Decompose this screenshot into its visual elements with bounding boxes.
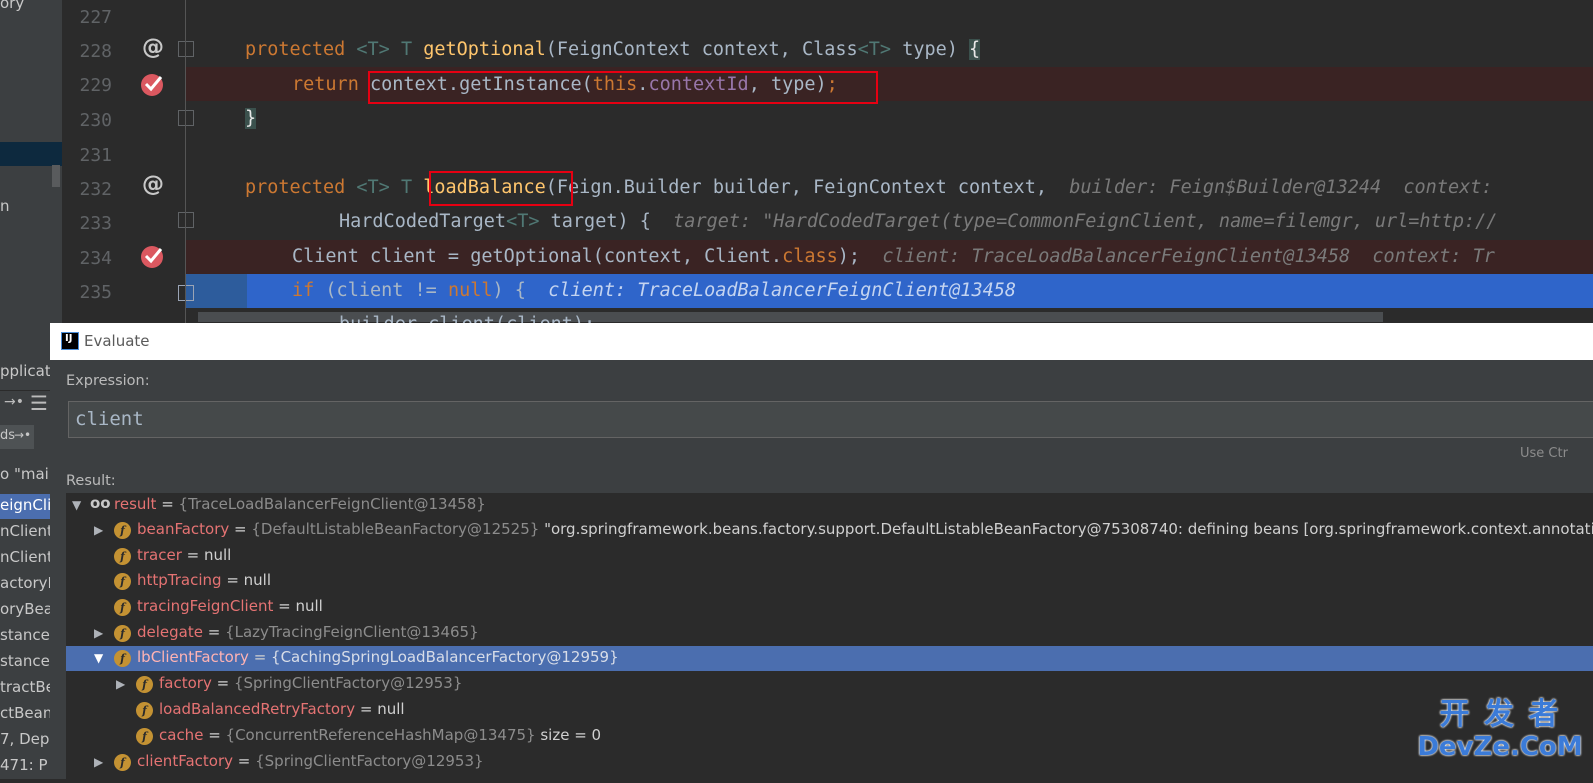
field-icon: f bbox=[114, 754, 131, 771]
arrow-icon: →• bbox=[14, 428, 32, 442]
override-annotation-icon[interactable]: @ bbox=[142, 172, 164, 197]
gutter-divider bbox=[185, 0, 186, 330]
tree-row-tracingFeignClient[interactable]: f tracingFeignClient = null bbox=[66, 595, 1593, 620]
code-line-230: } bbox=[245, 108, 257, 129]
tree-row-delegate[interactable]: ▶ f delegate = {LazyTracingFeignClient@1… bbox=[66, 621, 1593, 646]
tree-row-httpTracing[interactable]: f httpTracing = null bbox=[66, 569, 1593, 594]
tree-row-tracer[interactable]: f tracer = null bbox=[66, 544, 1593, 569]
line-number: 227 bbox=[79, 7, 112, 28]
tree-row-cache[interactable]: f cache = {ConcurrentReferenceHashMap@13… bbox=[66, 724, 1593, 749]
step-arrow-icon[interactable]: →• bbox=[4, 394, 24, 410]
evaluate-dialog: IJ Evaluate Expression: client Use Ctr R… bbox=[50, 323, 1593, 783]
field-icon: f bbox=[136, 702, 153, 719]
expression-label: Expression: bbox=[66, 373, 150, 389]
dialog-title: Evaluate bbox=[84, 332, 150, 350]
frame-item[interactable]: 471: P bbox=[0, 756, 48, 774]
tree-row-factory[interactable]: ▶ f factory = {SpringClientFactory@12953… bbox=[66, 672, 1593, 697]
debug-tab-label[interactable]: pplicati bbox=[0, 362, 55, 380]
frame-item[interactable]: stance: bbox=[0, 626, 55, 644]
tree-row-result[interactable]: ▼ oo result = {TraceLoadBalancerFeignCli… bbox=[66, 493, 1593, 518]
line-number: 229 bbox=[79, 75, 112, 96]
highlight-box bbox=[429, 171, 573, 206]
tree-row-clientFactory[interactable]: ▶ f clientFactory = {SpringClientFactory… bbox=[66, 750, 1593, 775]
code-line-234: Client client = getOptional(context, Cli… bbox=[292, 246, 1495, 267]
line-number: 235 bbox=[79, 282, 112, 303]
breakpoint-icon[interactable] bbox=[140, 242, 168, 270]
expression-input[interactable]: client bbox=[68, 401, 1593, 438]
expand-arrow-icon[interactable]: ▶ bbox=[94, 626, 103, 640]
field-icon: f bbox=[114, 650, 131, 667]
line-number: 233 bbox=[79, 213, 112, 234]
code-line-233: HardCodedTarget<T> target) { target: "Ha… bbox=[339, 211, 1498, 232]
watermark-logo: 开 发 者 DevZe.CoM bbox=[1417, 697, 1583, 763]
breakpoint-icon[interactable] bbox=[140, 70, 168, 98]
line-number: 234 bbox=[79, 248, 112, 269]
left-panel-selection bbox=[0, 142, 62, 166]
line-number: 231 bbox=[79, 145, 112, 166]
expand-arrow-icon[interactable]: ▶ bbox=[116, 677, 125, 691]
code-line-228: protected <T> T getOptional(FeignContext… bbox=[245, 39, 981, 60]
line-number: 230 bbox=[79, 110, 112, 131]
expand-arrow-icon[interactable]: ▶ bbox=[94, 523, 103, 537]
expand-arrow-icon[interactable]: ▶ bbox=[94, 755, 103, 769]
field-icon: f bbox=[114, 522, 131, 539]
result-tree[interactable]: ▼ oo result = {TraceLoadBalancerFeignCli… bbox=[66, 493, 1593, 783]
fold-marker-icon[interactable] bbox=[178, 110, 194, 126]
tree-row-lbClientFactory[interactable]: ▼ f lbClientFactory = {CachingSpringLoad… bbox=[66, 646, 1593, 671]
collapse-arrow-icon[interactable]: ▼ bbox=[94, 651, 103, 665]
field-icon: f bbox=[114, 573, 131, 590]
tree-row-loadBalancedRetryFactory[interactable]: f loadBalancedRetryFactory = null bbox=[66, 698, 1593, 723]
field-icon: f bbox=[136, 728, 153, 745]
field-icon: f bbox=[136, 676, 153, 693]
left-panel-item: ory bbox=[0, 0, 25, 12]
threads-tab[interactable]: ds →• bbox=[0, 425, 34, 449]
fold-marker-icon[interactable] bbox=[178, 212, 194, 228]
line-number: 232 bbox=[79, 179, 112, 200]
code-editor[interactable]: 227 228 229 230 231 232 233 234 235 @ @ … bbox=[62, 0, 1593, 330]
line-number: 228 bbox=[79, 41, 112, 62]
collapse-arrow-icon[interactable]: ▼ bbox=[72, 498, 81, 512]
intellij-logo-icon: IJ bbox=[61, 332, 79, 350]
frame-item[interactable]: tractBe bbox=[0, 678, 55, 696]
tree-row-beanFactory[interactable]: ▶ f beanFactory = {DefaultListableBeanFa… bbox=[66, 518, 1593, 543]
highlight-box bbox=[368, 71, 878, 104]
fold-marker-icon[interactable] bbox=[178, 41, 194, 57]
watch-glasses-icon: oo bbox=[90, 494, 111, 512]
menu-icon[interactable]: ☰ bbox=[30, 391, 48, 415]
field-icon: f bbox=[114, 625, 131, 642]
override-annotation-icon[interactable]: @ bbox=[142, 35, 164, 60]
frame-item[interactable]: stance: bbox=[0, 652, 55, 670]
field-icon: f bbox=[114, 599, 131, 616]
left-panel-item: n bbox=[0, 197, 10, 215]
result-label: Result: bbox=[66, 473, 116, 489]
code-line-235: if (client != null) { client: TraceLoadB… bbox=[292, 280, 1016, 301]
shortcut-hint: Use Ctr bbox=[1520, 446, 1568, 461]
dialog-title-bar[interactable]: IJ Evaluate bbox=[50, 323, 1593, 360]
fold-marker-icon[interactable] bbox=[178, 285, 194, 301]
left-panel-scrollbar[interactable] bbox=[52, 165, 60, 187]
field-icon: f bbox=[114, 548, 131, 565]
